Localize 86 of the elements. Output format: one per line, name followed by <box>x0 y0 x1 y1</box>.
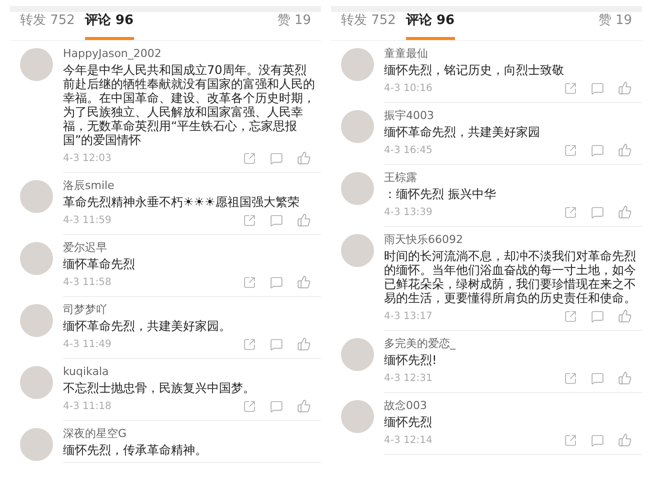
avatar-placeholder[interactable] <box>341 338 374 371</box>
comment-icon[interactable] <box>591 310 604 322</box>
avatar-placeholder[interactable] <box>341 172 374 205</box>
user-name[interactable]: kuqikala <box>63 364 317 379</box>
like-icon[interactable] <box>618 143 632 157</box>
comment-time: 4-3 11:58 <box>63 276 112 288</box>
comment-text: 缅怀先烈 <box>384 415 433 429</box>
share-icon[interactable] <box>243 214 256 226</box>
like-icon[interactable] <box>297 399 311 413</box>
avatar-placeholder[interactable] <box>341 48 374 81</box>
user-name[interactable]: 雨天快乐66092 <box>384 232 638 247</box>
comment-icon[interactable] <box>270 400 283 412</box>
user-name[interactable]: 振宇4003 <box>384 108 638 123</box>
comment-time: 4-3 11:18 <box>63 400 112 412</box>
comment-time: 4-3 11:49 <box>63 338 112 350</box>
tab[interactable]: 转发 752 <box>341 12 396 40</box>
comment-icon[interactable] <box>270 214 283 226</box>
share-icon[interactable] <box>564 310 577 322</box>
tab[interactable]: 评论 96 <box>406 12 455 40</box>
avatar-placeholder[interactable] <box>20 304 53 337</box>
comment-icon[interactable] <box>591 206 604 218</box>
comment-icon[interactable] <box>591 372 604 384</box>
user-name[interactable]: 王棕露 <box>384 170 638 185</box>
comment-time: 4-3 10:16 <box>384 82 434 94</box>
comment-time: 4-3 16:45 <box>384 144 434 156</box>
user-name[interactable]: 爱尔迟早 <box>63 240 317 255</box>
user-name[interactable]: HappyJason_2002 <box>63 46 317 61</box>
like-icon[interactable] <box>618 205 632 219</box>
tab[interactable]: 转发 752 <box>20 12 75 40</box>
share-icon[interactable] <box>564 144 577 156</box>
comment-icon[interactable] <box>270 276 283 288</box>
user-name[interactable]: 童童最仙 <box>384 46 638 61</box>
comment-time: 4-3 12:03 <box>63 152 112 164</box>
comment-text: ：缅怀先烈 振兴中华 <box>384 187 497 201</box>
user-name[interactable]: 洛辰smile <box>63 178 317 193</box>
avatar-placeholder[interactable] <box>341 234 374 267</box>
share-icon[interactable] <box>564 434 577 446</box>
avatar-placeholder[interactable] <box>20 366 53 399</box>
avatar-placeholder[interactable] <box>20 428 53 461</box>
user-name[interactable]: 多完美的爱恋_ <box>384 336 638 351</box>
comment-time: 4-3 13:39 <box>384 206 434 218</box>
share-icon[interactable] <box>243 338 256 350</box>
user-name[interactable]: 深夜的星空G <box>63 426 317 441</box>
like-icon[interactable] <box>618 309 632 323</box>
comment-text: 革命先烈精神永垂不朽☀☀☀愿祖国强大繁荣 <box>63 195 300 209</box>
comment-text: 缅怀革命先烈，共建美好家园 <box>384 125 541 139</box>
share-icon[interactable] <box>243 400 256 412</box>
comment-time: 4-3 13:17 <box>384 310 434 322</box>
share-icon[interactable] <box>564 372 577 384</box>
comment-text: 缅怀先烈! <box>384 353 438 367</box>
share-icon[interactable] <box>243 276 256 288</box>
comment-icon[interactable] <box>591 434 604 446</box>
like-icon[interactable] <box>618 433 632 447</box>
likes-tab[interactable]: 赞 19 <box>277 12 311 40</box>
comment-text: 缅怀先烈，铭记历史，向烈士致敬 <box>384 63 565 77</box>
comment-time: 4-3 11:59 <box>63 214 112 226</box>
avatar-placeholder[interactable] <box>20 180 53 213</box>
avatar-placeholder[interactable] <box>341 110 374 143</box>
comment-text: 缅怀革命先烈 <box>63 257 136 271</box>
like-icon[interactable] <box>618 81 632 95</box>
comment-text: 时间的长河流淌不息，却冲不淡我们对革命先烈的缅怀。当年他们浴血奋战的每一寸土地，如今已鲜花朵朵，绿树成荫，我们要珍惜现在来之不易的生活，更要懂得所肩负的历史责任和使命。 <box>384 249 637 305</box>
comment-time: 4-3 12:31 <box>384 372 434 384</box>
likes-tab[interactable]: 赞 19 <box>598 12 632 40</box>
comment-icon[interactable] <box>270 152 283 164</box>
comment-icon[interactable] <box>591 82 604 94</box>
comment-icon[interactable] <box>270 338 283 350</box>
avatar-placeholder[interactable] <box>20 48 53 81</box>
avatar-placeholder[interactable] <box>20 242 53 275</box>
comment-text: 今年是中华人民共和国成立70周年。没有英烈前赴后继的牺牲奉献就没有国家的富强和人民的幸福。在中国革命、建设、改革各个历史时期，为了民族独立、人民解放和国家富强、人民幸福，无数革命英烈用“平生铁石心，忘家思报国”的爱国情怀 <box>63 63 316 147</box>
like-icon[interactable] <box>297 337 311 351</box>
share-icon[interactable] <box>564 206 577 218</box>
comment-time: 4-3 12:14 <box>384 434 434 446</box>
like-icon[interactable] <box>297 275 311 289</box>
comment-icon[interactable] <box>591 144 604 156</box>
tab[interactable]: 评论 96 <box>84 12 134 40</box>
comment-text: 缅怀革命先烈，共建美好家园。 <box>63 319 232 333</box>
user-name[interactable]: 司梦梦吖 <box>63 302 317 317</box>
like-icon[interactable] <box>297 151 311 165</box>
share-icon[interactable] <box>243 152 256 164</box>
share-icon[interactable] <box>564 82 577 94</box>
comment-text: 缅怀先烈，传承革命精神。 <box>63 443 208 457</box>
like-icon[interactable] <box>618 371 632 385</box>
comment-text: 不忘烈士抛忠骨，民族复兴中国梦。 <box>63 381 256 395</box>
user-name[interactable]: 故念003 <box>384 398 638 413</box>
like-icon[interactable] <box>297 213 311 227</box>
avatar-placeholder[interactable] <box>341 400 374 433</box>
